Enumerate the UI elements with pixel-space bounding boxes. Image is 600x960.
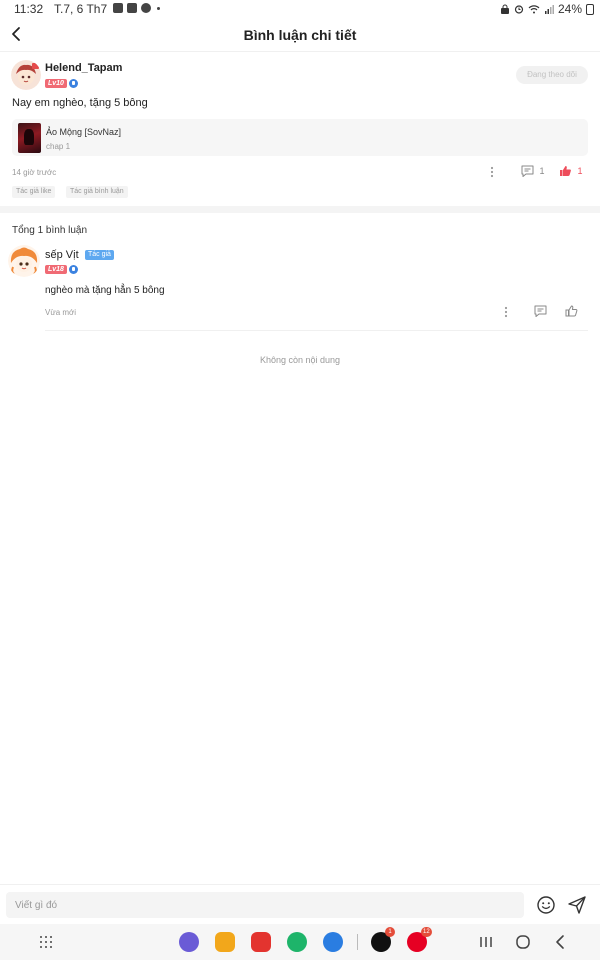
files-app-icon[interactable] [215, 932, 235, 952]
comment-time: 14 giờ trước [12, 168, 57, 177]
lock-icon [500, 4, 509, 14]
verified-badge-icon [69, 265, 78, 274]
status-date: T.7, 6 Th7 [54, 2, 108, 16]
replies-count-header: Tổng 1 bình luận [12, 225, 88, 236]
status-bar: 11:32 T.7, 6 Th7 24% [0, 0, 600, 18]
username[interactable]: sếp Vịt [45, 249, 79, 261]
avatar[interactable] [11, 60, 41, 90]
more-notifications-dot-icon [157, 7, 160, 10]
alarm-icon [514, 5, 524, 14]
pinterest-notification-badge: 12 [421, 927, 432, 937]
reply-button[interactable]: 1 [521, 165, 545, 177]
home-icon[interactable] [514, 933, 532, 951]
wifi-icon [528, 5, 540, 14]
like-count: 1 [577, 166, 583, 176]
reply-divider [45, 330, 588, 331]
system-status-icons: 24% [500, 2, 594, 16]
phone-app-icon[interactable] [287, 932, 307, 952]
gallery-notification-icon [113, 3, 123, 13]
app-drawer-icon[interactable] [38, 935, 54, 949]
comment-icon [534, 305, 547, 317]
page-title: Bình luận chi tiết [243, 27, 357, 43]
comment-text: Nay em nghèo, tặng 5 bông [12, 97, 148, 109]
book-cover-image [18, 123, 41, 153]
top-app-bar: Bình luận chi tiết [0, 18, 600, 52]
tag-author-liked: Tác giả like [12, 186, 56, 198]
book-card[interactable]: Ảo Mộng [SovNaz] chap 1 [12, 119, 588, 156]
username[interactable]: Helend_Tapam [45, 62, 122, 74]
recent-apps-icon[interactable] [477, 933, 495, 951]
store-notification-icon [127, 3, 137, 13]
comment-input-bar [0, 884, 600, 924]
messages-app-icon[interactable] [323, 932, 343, 952]
comment-text: nghèo mà tặng hẳn 5 bông [45, 285, 165, 296]
like-button[interactable]: 1 [559, 165, 583, 177]
battery-icon [586, 3, 594, 15]
avatar[interactable] [8, 245, 40, 277]
thumbs-up-icon [560, 166, 571, 176]
thumbs-up-icon [565, 305, 578, 317]
battery-percent: 24% [557, 2, 582, 16]
tag-author-commented: Tác giả bình luận [66, 186, 128, 198]
level-badge: Lv18 [45, 265, 67, 274]
dock-separator [357, 934, 358, 950]
reply-count: 1 [539, 166, 545, 176]
internet-app-icon[interactable] [179, 932, 199, 952]
avatar-image [11, 60, 41, 90]
flipboard-app-icon[interactable] [251, 932, 271, 952]
chrome-notification-icon [141, 3, 151, 13]
following-button[interactable]: Đang theo dõi [516, 66, 588, 84]
system-nav-bar: 1 12 [0, 924, 600, 960]
author-badge: Tác giả [85, 250, 114, 260]
section-divider [0, 206, 600, 213]
like-button[interactable] [565, 305, 578, 319]
end-of-content-label: Không còn nội dung [259, 355, 341, 365]
back-nav-icon[interactable] [552, 933, 570, 951]
tiktok-notification-badge: 1 [385, 927, 395, 937]
verified-badge-icon [69, 79, 78, 88]
level-badge: Lv10 [45, 79, 67, 88]
emoji-icon[interactable] [536, 895, 556, 915]
comment-input[interactable] [6, 892, 524, 918]
notification-icons [113, 3, 160, 13]
avatar-image [8, 245, 40, 277]
status-time: 11:32 [14, 2, 44, 16]
more-options-icon[interactable] [499, 305, 513, 319]
signal-icon [544, 5, 554, 14]
book-title: Ảo Mộng [SovNaz] [46, 127, 122, 137]
send-icon[interactable] [567, 895, 587, 915]
book-chapter: chap 1 [46, 142, 71, 151]
comment-time: Vừa mới [45, 308, 77, 317]
reply-button[interactable] [534, 305, 547, 319]
main-comment: Helend_Tapam Lv10 Đang theo dõi Nay em n… [0, 52, 600, 206]
more-options-icon[interactable] [485, 165, 499, 179]
comment-icon [521, 165, 534, 177]
